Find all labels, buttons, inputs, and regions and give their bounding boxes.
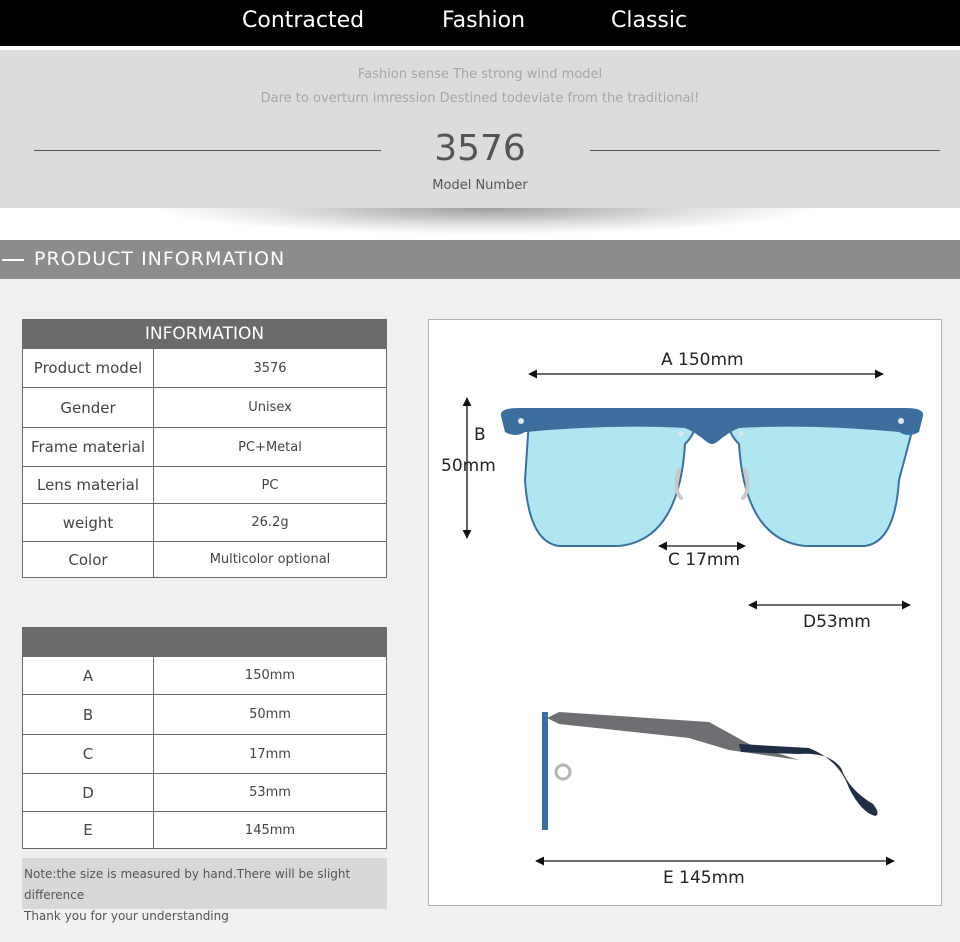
- header-word-fashion: Fashion: [442, 8, 526, 33]
- info-value: Unisex: [153, 387, 387, 428]
- dimension-diagram: A 150mm B 50mm C 17mm D53mm E 145mm: [428, 319, 942, 906]
- info-label: Gender: [22, 387, 154, 428]
- size-label: A: [22, 656, 154, 695]
- model-number-caption: Model Number: [432, 178, 528, 193]
- measurement-note: Note:the size is measured by hand.There …: [22, 858, 387, 923]
- dim-a-label: A 150mm: [661, 350, 744, 370]
- size-value: 150mm: [153, 656, 387, 695]
- info-label: weight: [22, 503, 154, 542]
- table-row: C 17mm: [22, 734, 387, 774]
- table-row: B 50mm: [22, 694, 387, 735]
- hero-panel: Fashion sense The strong wind model Dare…: [0, 50, 960, 208]
- dim-d-label: D53mm: [803, 612, 871, 632]
- rivet: [738, 431, 744, 437]
- table-row: A 150mm: [22, 656, 387, 695]
- size-value: 17mm: [153, 734, 387, 774]
- table-row: Color Multicolor optional: [22, 541, 387, 578]
- info-label: Frame material: [22, 427, 154, 467]
- information-table: INFORMATION Product model 3576 Gender Un…: [22, 319, 387, 578]
- table-row: D 53mm: [22, 773, 387, 812]
- right-lens: [727, 419, 917, 547]
- tagline-line-1: Fashion sense The strong wind model: [357, 67, 603, 82]
- size-value: 53mm: [153, 773, 387, 812]
- tagline-line-2: Dare to overturn imression Destined tode…: [260, 91, 700, 106]
- note-line-2: Thank you for your understanding: [24, 909, 229, 923]
- rivet: [898, 418, 904, 424]
- model-number: 3576: [434, 128, 526, 169]
- size-value: 50mm: [153, 694, 387, 735]
- info-value: 26.2g: [153, 503, 387, 542]
- size-label: E: [22, 811, 154, 849]
- dim-b-value: 50mm: [441, 456, 496, 476]
- header-word-classic: Classic: [611, 8, 688, 33]
- info-value: PC+Metal: [153, 427, 387, 467]
- side-view-nose-pad: [554, 763, 572, 781]
- info-value: Multicolor optional: [153, 541, 387, 578]
- drop-shadow: [160, 208, 810, 234]
- size-table-header: [22, 627, 387, 657]
- size-label: B: [22, 694, 154, 735]
- note-line-1: Note:the size is measured by hand.There …: [24, 867, 351, 902]
- section-dash: [2, 259, 24, 261]
- size-label: D: [22, 773, 154, 812]
- information-table-header: INFORMATION: [22, 319, 387, 349]
- dim-b-letter: B: [474, 425, 486, 445]
- info-label: Color: [22, 541, 154, 578]
- side-view-frame: [542, 712, 548, 830]
- table-row: E 145mm: [22, 811, 387, 849]
- size-label: C: [22, 734, 154, 774]
- rivet: [518, 418, 524, 424]
- size-table: A 150mm B 50mm C 17mm D 53mm E 145mm: [22, 627, 387, 849]
- size-value: 145mm: [153, 811, 387, 849]
- info-value: PC: [153, 466, 387, 504]
- info-label: Lens material: [22, 466, 154, 504]
- table-row: Gender Unisex: [22, 387, 387, 428]
- table-row: weight 26.2g: [22, 503, 387, 542]
- info-label: Product model: [22, 348, 154, 388]
- side-view-arm: [547, 712, 799, 760]
- table-row: Product model 3576: [22, 348, 387, 388]
- top-banner: Contracted Fashion Classic: [0, 0, 960, 46]
- rivet: [678, 431, 684, 437]
- dim-c-label: C 17mm: [668, 550, 741, 570]
- table-row: Lens material PC: [22, 466, 387, 504]
- info-value: 3576: [153, 348, 387, 388]
- section-title: PRODUCT INFORMATION: [34, 248, 286, 270]
- left-lens: [523, 419, 697, 547]
- side-view-tip: [739, 744, 878, 816]
- section-header: PRODUCT INFORMATION: [0, 240, 960, 279]
- header-word-contracted: Contracted: [242, 8, 365, 33]
- dim-e-label: E 145mm: [663, 868, 745, 888]
- table-row: Frame material PC+Metal: [22, 427, 387, 467]
